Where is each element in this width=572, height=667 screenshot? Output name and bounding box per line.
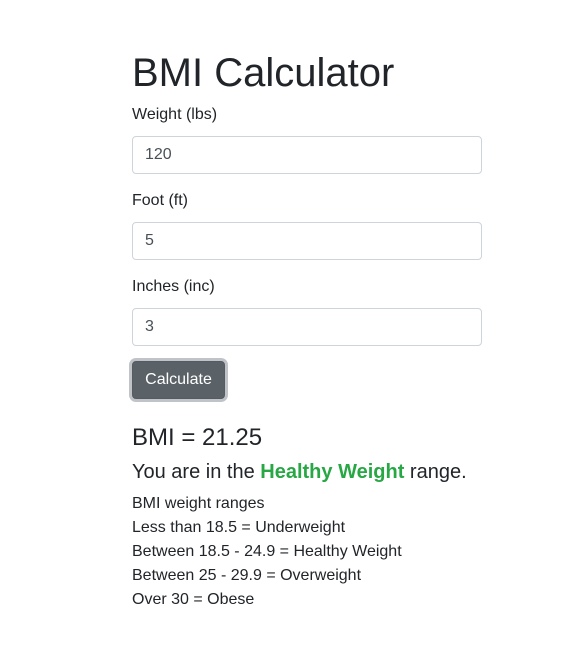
inches-label: Inches (inc) — [132, 278, 215, 295]
inches-input[interactable] — [132, 308, 482, 346]
ranges-heading: BMI weight ranges — [132, 495, 265, 512]
range-item-obese: Over 30 = Obese — [132, 591, 255, 608]
weight-input[interactable] — [132, 136, 482, 174]
range-category: Healthy Weight — [260, 461, 405, 483]
range-suffix: range. — [409, 461, 467, 483]
bmi-label: BMI — [132, 424, 175, 451]
range-prefix: You are in the — [132, 461, 255, 483]
foot-input[interactable] — [132, 222, 482, 260]
bmi-ranges-list: BMI weight ranges Less than 18.5 = Under… — [132, 492, 402, 612]
bmi-equals: = — [181, 424, 196, 451]
bmi-value: 21.25 — [202, 424, 263, 451]
range-item-underweight: Less than 18.5 = Underweight — [132, 519, 346, 536]
page-title: BMI Calculator — [132, 51, 395, 95]
weight-label: Weight (lbs) — [132, 106, 218, 123]
bmi-result: BMI = 21.25 — [132, 424, 262, 452]
range-item-healthy: Between 18.5 - 24.9 = Healthy Weight — [132, 543, 402, 560]
range-item-overweight: Between 25 - 29.9 = Overweight — [132, 567, 362, 584]
range-message: You are in the Healthy Weight range. — [132, 460, 467, 484]
calculate-button[interactable]: Calculate — [132, 361, 225, 399]
foot-label: Foot (ft) — [132, 192, 189, 209]
